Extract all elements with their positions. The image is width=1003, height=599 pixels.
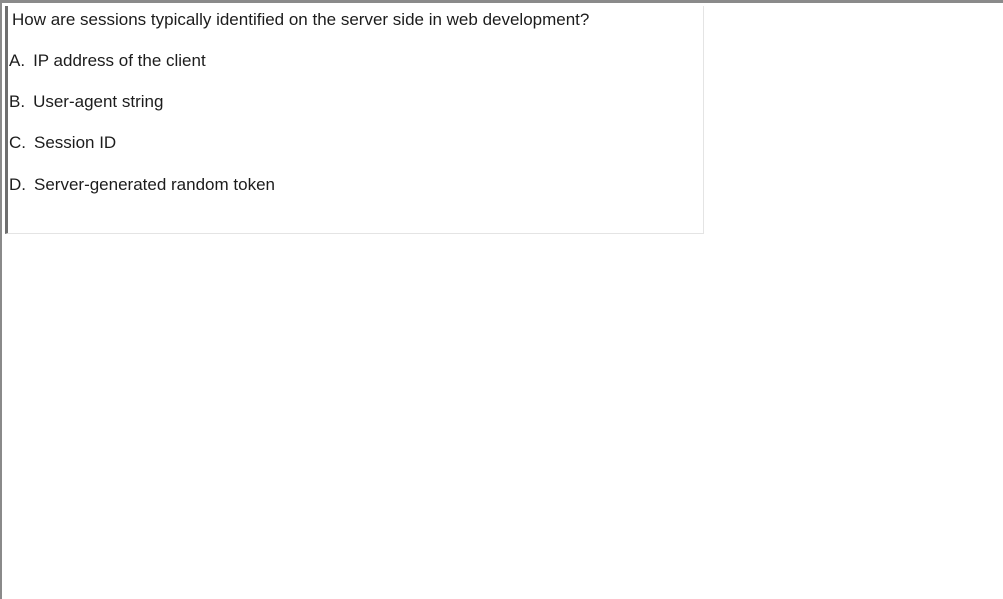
question-card: How are sessions typically identified on… (5, 6, 704, 234)
option-b[interactable]: B. User-agent string (9, 92, 163, 112)
option-d[interactable]: D. Server-generated random token (9, 175, 275, 195)
option-a[interactable]: A. IP address of the client (9, 51, 206, 71)
option-d-letter: D. (9, 175, 26, 194)
option-c[interactable]: C. Session ID (9, 133, 116, 153)
option-a-text: IP address of the client (33, 51, 206, 70)
option-b-text: User-agent string (33, 92, 164, 111)
option-b-letter: B. (9, 92, 26, 111)
option-c-letter: C. (9, 133, 26, 152)
option-c-text: Session ID (34, 133, 117, 152)
question-text: How are sessions typically identified on… (12, 10, 590, 29)
option-d-text: Server-generated random token (34, 175, 275, 194)
option-a-letter: A. (9, 51, 26, 70)
page-frame: How are sessions typically identified on… (0, 0, 1003, 599)
